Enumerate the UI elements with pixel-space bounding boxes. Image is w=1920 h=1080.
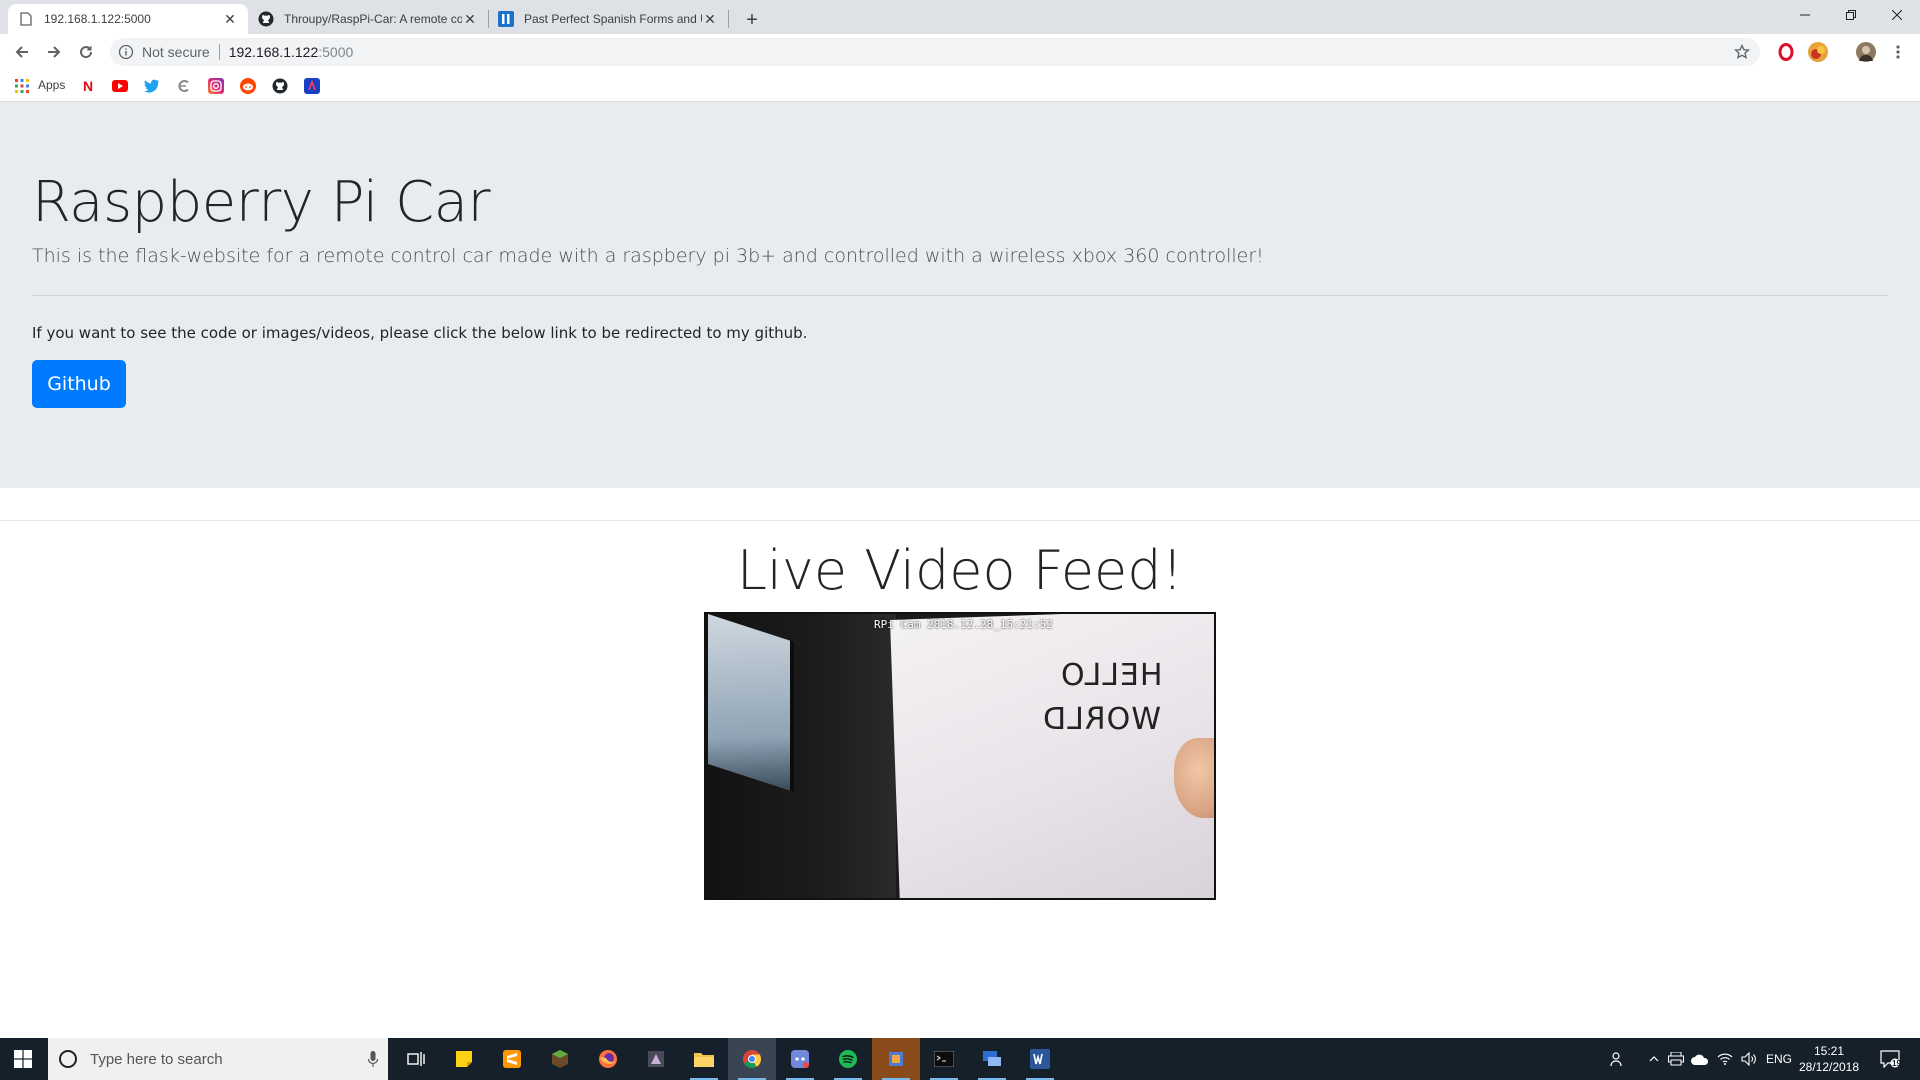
back-button[interactable]: [8, 38, 36, 66]
microphone-icon[interactable]: [368, 1051, 378, 1067]
live-video-feed: HELLO WORLD RPi Cam 2018.12.28_15:21:52: [704, 612, 1216, 900]
apps-grid-icon[interactable]: [14, 78, 30, 94]
people-icon[interactable]: [1604, 1038, 1632, 1080]
bookmark-icon[interactable]: [304, 78, 320, 94]
tab-title: Throupy/RaspPi-Car: A remote co: [284, 12, 462, 26]
divider: [0, 520, 1920, 521]
taskbar: Type here to search ENG 15:21 28/12/2018…: [0, 1038, 1920, 1080]
instagram-icon[interactable]: [208, 78, 224, 94]
cortana-icon: [59, 1050, 77, 1068]
restore-button[interactable]: [1828, 0, 1874, 30]
language-indicator[interactable]: ENG: [1764, 1038, 1794, 1080]
minimize-button[interactable]: [1782, 0, 1828, 30]
start-button[interactable]: [0, 1038, 46, 1080]
app-icon[interactable]: [872, 1038, 920, 1080]
close-tab-icon[interactable]: ✕: [462, 11, 478, 27]
feed-title: Live Video Feed!: [736, 539, 1184, 602]
more-vert-icon: [1896, 45, 1900, 59]
web-page: Raspberry Pi Car This is the flask-websi…: [0, 102, 1920, 1038]
minecraft-icon[interactable]: [536, 1038, 584, 1080]
game-app-icon[interactable]: [632, 1038, 680, 1080]
sticky-notes-icon[interactable]: [440, 1038, 488, 1080]
sublime-text-icon[interactable]: [488, 1038, 536, 1080]
chrome-icon[interactable]: [728, 1038, 776, 1080]
github-icon[interactable]: [272, 78, 288, 94]
volume-icon[interactable]: [1738, 1038, 1760, 1080]
url-port: :5000: [318, 44, 354, 60]
reload-icon: [80, 46, 93, 59]
feed-paper: [890, 614, 1214, 898]
menu-button[interactable]: [1884, 38, 1912, 66]
github-icon: [258, 11, 274, 27]
windows-icon: [14, 1050, 32, 1068]
onedrive-icon[interactable]: [1690, 1038, 1710, 1080]
security-label[interactable]: Not secure: [142, 44, 210, 60]
page-icon: [18, 11, 34, 27]
firefox-icon[interactable]: [584, 1038, 632, 1080]
word-icon[interactable]: [1016, 1038, 1064, 1080]
spotify-icon[interactable]: [824, 1038, 872, 1080]
bookmark-star-icon[interactable]: [1734, 44, 1750, 60]
address-bar[interactable]: Not secure 192.168.1.122:5000: [110, 38, 1760, 66]
search-placeholder: Type here to search: [90, 1050, 223, 1068]
taskbar-search[interactable]: Type here to search: [48, 1038, 388, 1080]
spanishdict-icon: [498, 11, 514, 27]
feed-timestamp: RPi Cam 2018.12.28_15:21:52: [874, 618, 1053, 631]
address-divider: [218, 44, 220, 60]
opera-extension-icon[interactable]: [1776, 42, 1796, 62]
browser-toolbar: Not secure 192.168.1.122:5000: [0, 34, 1920, 70]
tab-spanishdict[interactable]: Past Perfect Spanish Forms and U ✕: [488, 4, 728, 34]
page-description: If you want to see the code or images/vi…: [32, 324, 808, 342]
apps-label[interactable]: Apps: [38, 78, 65, 92]
tab-strip: 192.168.1.122:5000 ✕ Throupy/RaspPi-Car:…: [0, 0, 1920, 34]
profile-avatar[interactable]: [1856, 42, 1876, 62]
task-view-icon[interactable]: [392, 1038, 440, 1080]
notification-count: 19: [1892, 1059, 1901, 1068]
printer-icon[interactable]: [1666, 1038, 1686, 1080]
divider: [32, 295, 1888, 296]
feed-paper-text: HELLO: [1060, 658, 1163, 693]
page-title: Raspberry Pi Car: [32, 170, 491, 235]
feed-monitor: [708, 614, 794, 792]
discord-icon[interactable]: [776, 1038, 824, 1080]
close-tab-icon[interactable]: ✕: [702, 11, 718, 27]
info-icon[interactable]: [118, 44, 134, 60]
extension-icon[interactable]: [1808, 42, 1828, 62]
github-button[interactable]: Github: [32, 360, 126, 408]
clock-time: 15:21: [1813, 1044, 1845, 1058]
forward-arrow-icon: [48, 46, 61, 58]
reload-button[interactable]: [72, 38, 100, 66]
reddit-icon[interactable]: [240, 78, 256, 94]
tab-title: Past Perfect Spanish Forms and U: [524, 12, 702, 26]
netflix-icon[interactable]: N: [80, 78, 96, 94]
forward-button[interactable]: [40, 38, 68, 66]
tab-active[interactable]: 192.168.1.122:5000 ✕: [8, 4, 248, 34]
screen: 192.168.1.122:5000 ✕ Throupy/RaspPi-Car:…: [0, 0, 1920, 1080]
back-arrow-icon: [15, 46, 28, 58]
feed-paper-text: WORLD: [1042, 702, 1161, 737]
action-center-button[interactable]: 19: [1870, 1038, 1910, 1080]
bookmarks-bar: Apps N: [0, 70, 1920, 102]
file-explorer-icon[interactable]: [680, 1038, 728, 1080]
page-lead: This is the flask-website for a remote c…: [32, 245, 1264, 267]
system-clock[interactable]: 15:21 28/12/2018: [1794, 1043, 1864, 1075]
tab-github[interactable]: Throupy/RaspPi-Car: A remote co ✕: [248, 4, 488, 34]
clock-date: 28/12/2018: [1798, 1060, 1860, 1074]
crunchyroll-icon[interactable]: [176, 78, 192, 94]
url-host: 192.168.1.122: [228, 44, 319, 60]
twitter-icon[interactable]: [144, 78, 160, 94]
tab-separator: [728, 10, 729, 28]
remote-desktop-icon[interactable]: [968, 1038, 1016, 1080]
close-tab-icon[interactable]: ✕: [222, 11, 238, 27]
new-tab-button[interactable]: +: [738, 6, 766, 34]
youtube-icon[interactable]: [112, 78, 128, 94]
tab-title: 192.168.1.122:5000: [44, 12, 151, 26]
terminal-icon[interactable]: [920, 1038, 968, 1080]
chevron-up-icon[interactable]: [1644, 1038, 1664, 1080]
jumbotron: Raspberry Pi Car This is the flask-websi…: [0, 102, 1920, 488]
wifi-icon[interactable]: [1714, 1038, 1736, 1080]
close-window-button[interactable]: [1874, 0, 1920, 30]
